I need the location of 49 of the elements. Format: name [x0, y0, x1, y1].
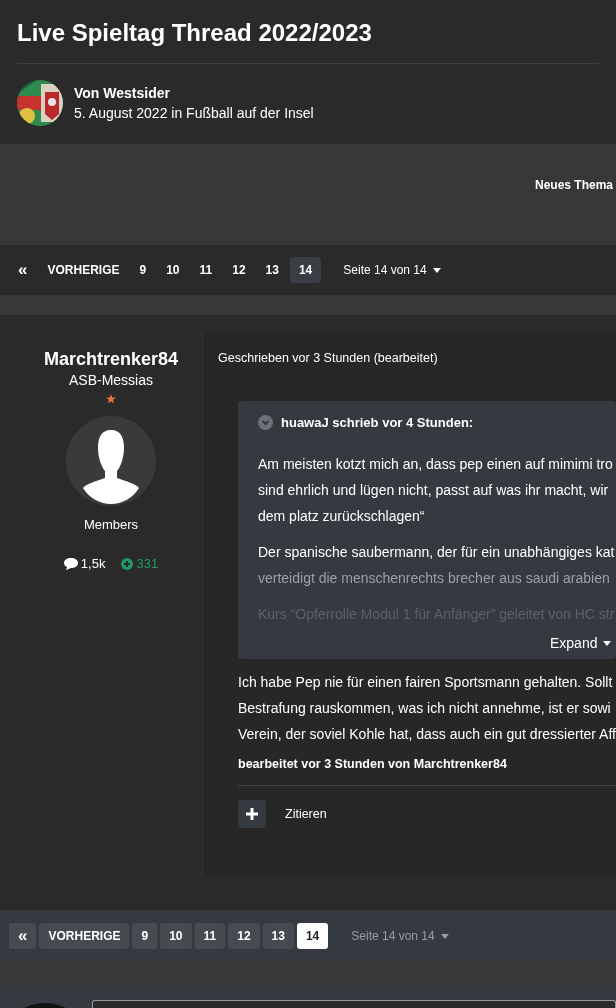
page-button[interactable]: 13 [256, 257, 288, 283]
expand-button[interactable]: Expand [550, 635, 612, 651]
post-text-line: Ich habe Pep nie für einen fairen Sportsmann gehalten. Sollt [238, 673, 614, 692]
caret-icon [603, 640, 612, 646]
page-button[interactable]: 12 [223, 257, 255, 283]
multiquote-button[interactable] [238, 800, 266, 828]
page-button[interactable]: 9 [132, 923, 158, 949]
page-button[interactable]: 10 [157, 257, 189, 283]
comment-icon [63, 557, 78, 570]
first-page-button[interactable]: « [9, 923, 37, 949]
quote-text-line: Am meisten kotzt mich an, dass pep einen auf mimimi tro [258, 455, 614, 474]
caret-icon [432, 267, 441, 273]
page-button[interactable]: 11 [190, 257, 222, 283]
member-group: Members [83, 517, 139, 532]
previous-page-button[interactable]: VORHERIGE [38, 257, 129, 283]
post-text-line: Verein, der soviel Kohle hat, dass auch ein gut dressierter Aff [238, 725, 616, 744]
topic-meta: 5. August 2022 in Fußball auf der Insel [74, 104, 314, 123]
page-button[interactable]: 12 [228, 923, 260, 949]
new-topic-button[interactable]: Neues Thema [534, 177, 613, 192]
quote-text-line: Der spanische saubermann, der für ein unabhängiges kat [258, 543, 616, 562]
star-icon [106, 394, 116, 404]
quote-link[interactable]: Zitieren [285, 807, 327, 821]
page-button[interactable]: 13 [262, 923, 294, 949]
page-jump-dropdown[interactable]: Seite 14 von 14 [351, 929, 449, 943]
post-date: Geschrieben vor 3 Stunden (bearbeitet) [218, 350, 439, 367]
quote-text-line: dem platz zurückschlagen“ [258, 507, 426, 526]
caret-icon [440, 933, 449, 939]
page-button[interactable]: 14 [296, 923, 329, 949]
topic-title: Live Spieltag Thread 2022/2023 [17, 18, 599, 64]
reply-field[interactable] [92, 1000, 616, 1008]
quote-author: huawaJ schrieb vor 4 Stunden: [281, 414, 474, 430]
quote-text-line: sind ehrlich und lügen nicht, passt auf was ihr macht, wir [258, 481, 610, 500]
first-page-button[interactable]: « [9, 257, 37, 283]
page-jump-dropdown[interactable]: Seite 14 von 14 [343, 263, 441, 277]
edit-note: bearbeitet vor 3 Stunden von Marchtrenker84 [238, 757, 616, 786]
page-button[interactable]: 14 [289, 257, 322, 283]
member-rank: ASB-Messias [69, 371, 153, 390]
author-name[interactable]: Von Westsider [74, 83, 314, 103]
page-button[interactable]: 9 [130, 257, 156, 283]
post-text-line: Bestrafung rauskommen, was ich nicht annehme, ist er sowi [238, 699, 612, 718]
author-name[interactable]: Marchtrenker84 [43, 348, 179, 370]
plus-icon [246, 808, 258, 820]
plus-circle-icon [121, 557, 134, 570]
quote-text-line: verteidigt die menschenrechts brecher aus saudi arabien [258, 569, 611, 588]
post-count: 1,5k [63, 556, 106, 571]
reputation-count: 331 [121, 556, 159, 571]
previous-page-button[interactable]: VORHERIGE [39, 923, 130, 949]
page-button[interactable]: 10 [160, 923, 192, 949]
page-button[interactable]: 11 [194, 923, 226, 949]
